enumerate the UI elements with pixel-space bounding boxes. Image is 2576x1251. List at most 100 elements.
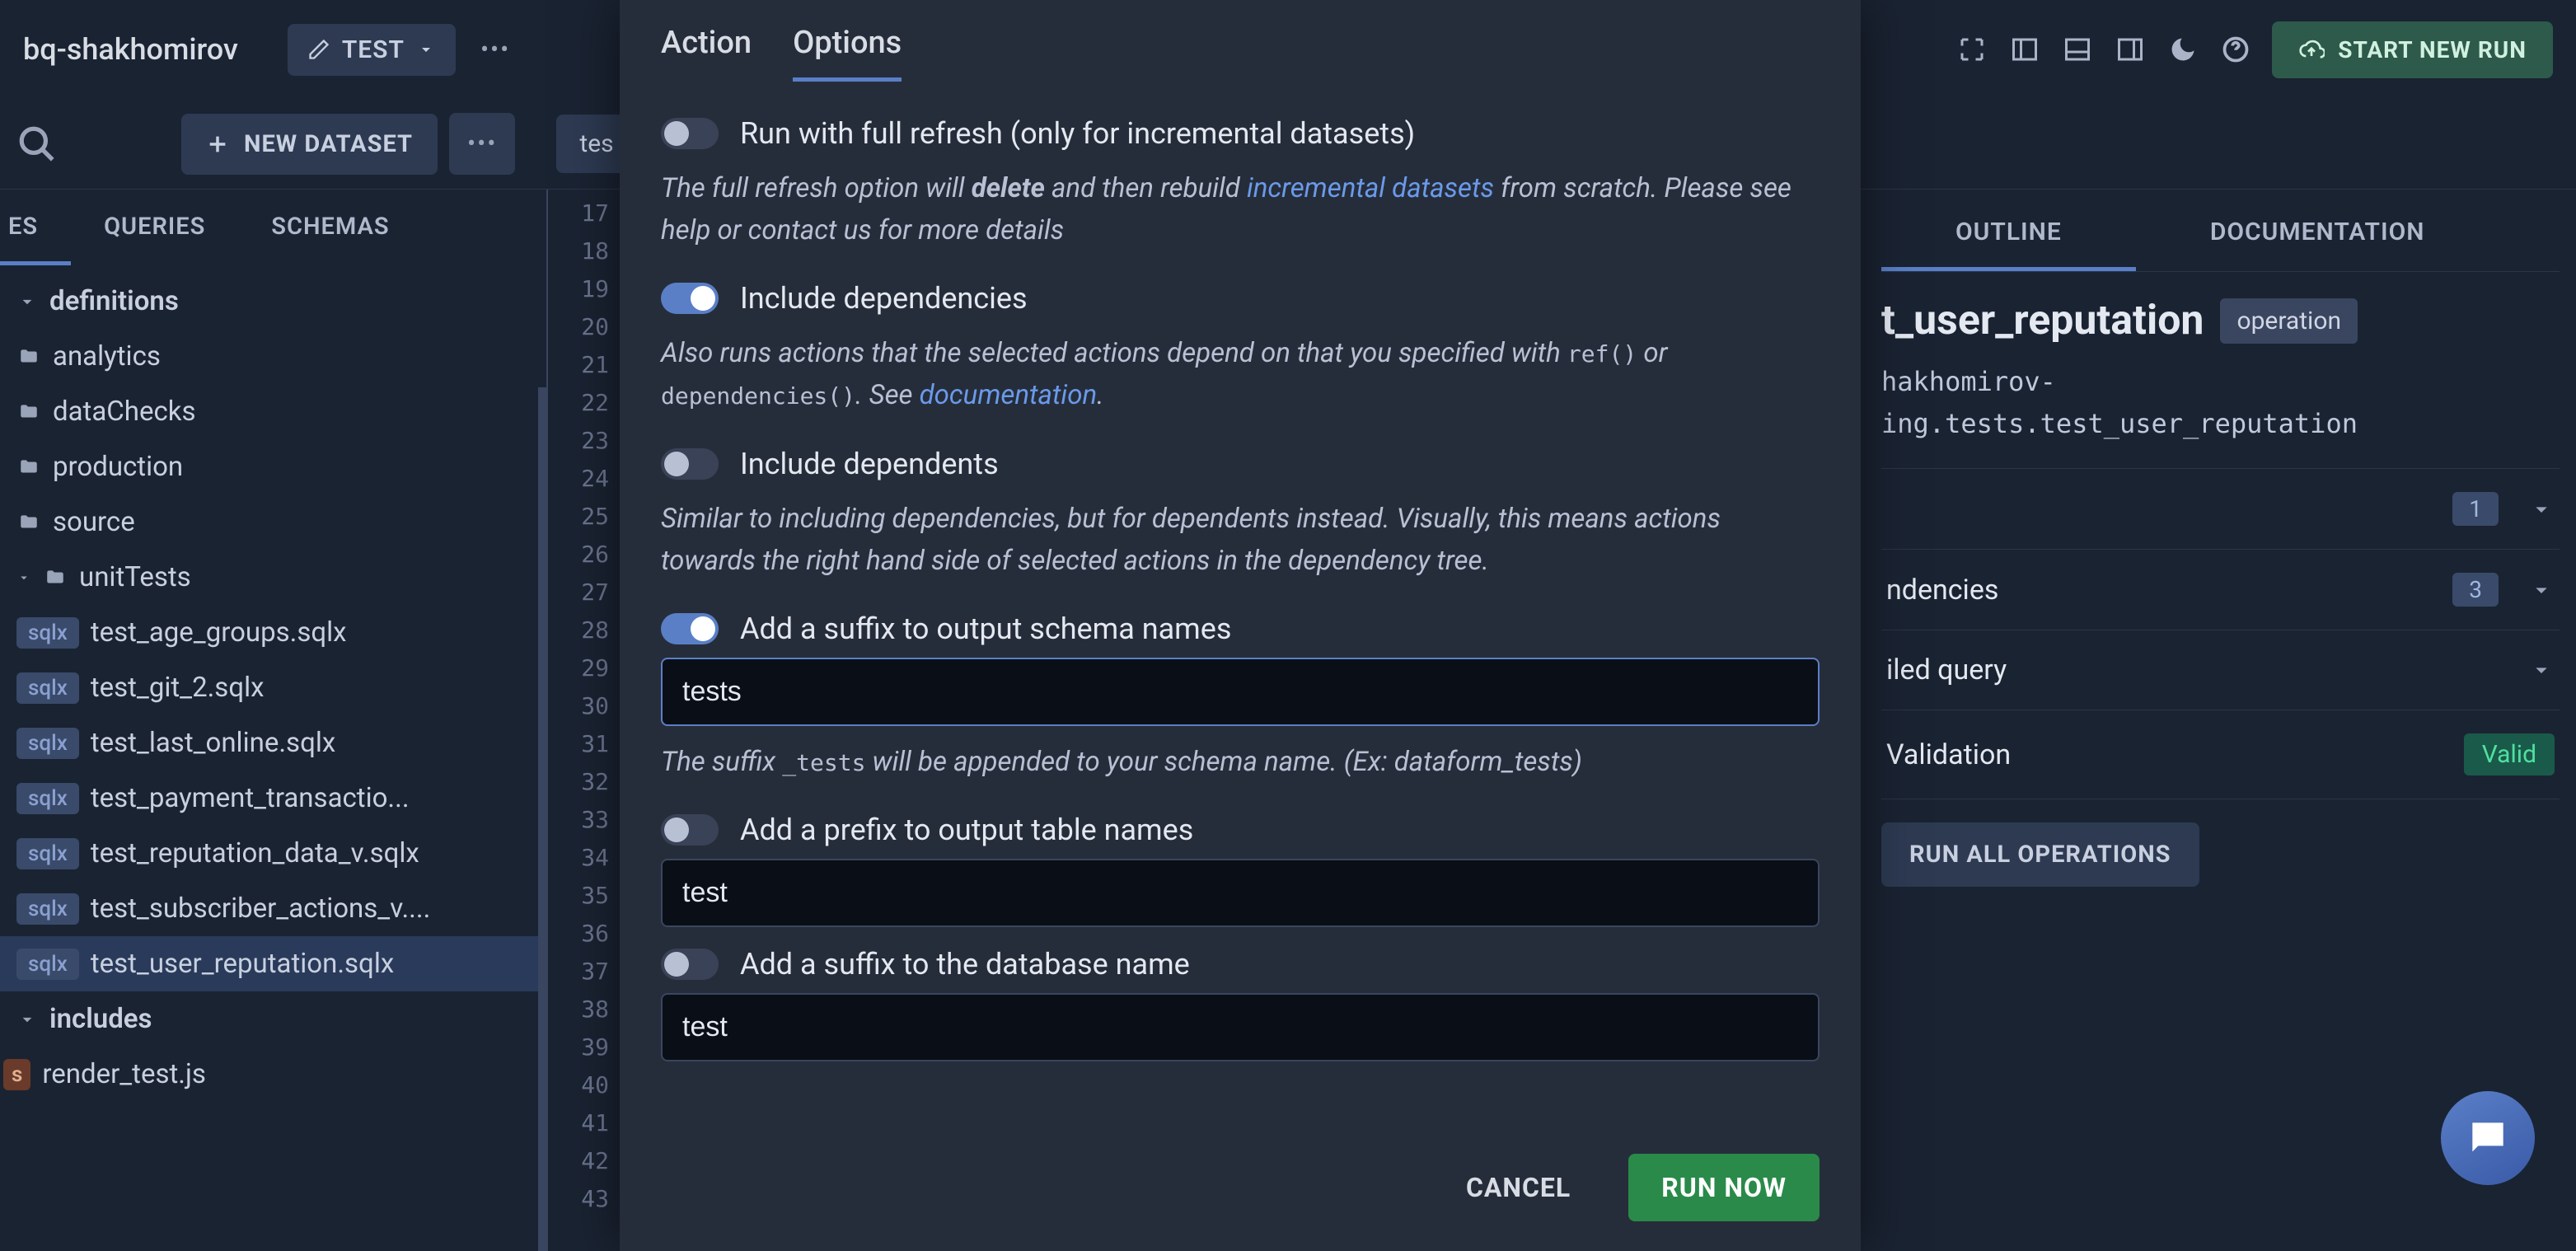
line-number: 30 [548, 687, 622, 725]
folder-label: analytics [53, 340, 161, 372]
line-number: 28 [548, 611, 622, 649]
tab-queries[interactable]: QUERIES [71, 190, 238, 265]
line-number: 18 [548, 232, 622, 270]
sqlx-badge: sqlx [16, 949, 79, 980]
folder-label: production [53, 451, 183, 483]
option-include-dependents: Include dependents [661, 435, 1820, 493]
toggle-include-dependents[interactable] [661, 448, 719, 480]
file-item-selected[interactable]: sqlx test_user_reputation.sqlx [0, 936, 546, 991]
run-all-operations-button[interactable]: RUN ALL OPERATIONS [1881, 822, 2199, 887]
folder-includes[interactable]: includes [0, 991, 546, 1047]
folder-datachecks[interactable]: dataChecks [0, 384, 546, 439]
fullscreen-icon[interactable] [1955, 33, 1988, 66]
help-icon[interactable] [2219, 33, 2252, 66]
toggle-table-prefix[interactable] [661, 814, 719, 846]
option-label: Add a prefix to output table names [740, 813, 1193, 847]
folder-icon [16, 401, 41, 423]
outline-title-row: t_user_reputation operation [1881, 272, 2560, 361]
option-label: Run with full refresh (only for incremen… [740, 116, 1415, 151]
environment-selector[interactable]: TEST [288, 24, 456, 76]
option-database-suffix: Add a suffix to the database name [661, 927, 1820, 993]
folder-icon [16, 346, 41, 368]
search-icon[interactable] [16, 124, 58, 165]
line-number: 27 [548, 574, 622, 611]
folder-definitions[interactable]: definitions [0, 274, 546, 329]
file-item[interactable]: sqlx test_payment_transactio... [0, 771, 546, 826]
file-item[interactable]: s render_test.js [0, 1047, 546, 1102]
theme-toggle-icon[interactable] [2166, 33, 2199, 66]
file-item[interactable]: sqlx test_subscriber_actions_v.... [0, 881, 546, 936]
folder-unittests[interactable]: unitTests [0, 550, 546, 605]
outline-row-dependencies[interactable]: ndencies 3 [1881, 549, 2560, 630]
outline-row-query[interactable]: iled query [1881, 630, 2560, 710]
start-run-label: START NEW RUN [2338, 36, 2527, 63]
rightpanel-tabs: OUTLINE DOCUMENTATION [1881, 190, 2560, 272]
panel-left-icon[interactable] [2008, 33, 2041, 66]
sqlx-badge: sqlx [16, 672, 79, 704]
folder-analytics[interactable]: analytics [0, 329, 546, 384]
line-number: 37 [548, 953, 622, 991]
folder-production[interactable]: production [0, 439, 546, 494]
line-number: 25 [548, 498, 622, 536]
modal-tab-action[interactable]: Action [661, 25, 752, 82]
start-new-run-button[interactable]: START NEW RUN [2272, 21, 2553, 78]
count-badge: 1 [2452, 492, 2499, 526]
modal-tabs: Action Options [620, 0, 1861, 82]
chevron-down-icon [16, 291, 38, 312]
option-help: The suffix _tests will be appended to yo… [661, 726, 1820, 801]
line-number: 20 [548, 308, 622, 346]
more-menu[interactable]: ••• [466, 24, 525, 76]
tab-documentation[interactable]: DOCUMENTATION [2136, 190, 2499, 271]
line-number: 34 [548, 839, 622, 877]
env-label: TEST [342, 35, 405, 64]
file-item[interactable]: sqlx test_git_2.sqlx [0, 660, 546, 715]
outline-row-tags[interactable]: 1 [1881, 468, 2560, 549]
panel-right-icon[interactable] [2114, 33, 2147, 66]
incremental-datasets-link[interactable]: incremental datasets [1247, 172, 1494, 204]
option-label: Add a suffix to the database name [740, 947, 1190, 982]
line-number: 23 [548, 422, 622, 460]
folder-source[interactable]: source [0, 494, 546, 550]
cancel-button[interactable]: CANCEL [1441, 1155, 1595, 1220]
option-schema-suffix: Add a suffix to output schema names [661, 600, 1820, 658]
database-suffix-input[interactable] [661, 993, 1820, 1061]
valid-badge: Valid [2464, 733, 2555, 775]
toggle-include-dependencies[interactable] [661, 283, 719, 314]
chevron-down-icon [2528, 496, 2555, 522]
chat-support-button[interactable] [2441, 1091, 2535, 1185]
new-dataset-label: NEW DATASET [244, 130, 413, 158]
panel-bottom-icon[interactable] [2061, 33, 2094, 66]
tab-outline[interactable]: OUTLINE [1881, 190, 2136, 271]
toggle-database-suffix[interactable] [661, 949, 719, 980]
option-full-refresh: Run with full refresh (only for incremen… [661, 105, 1820, 162]
modal-tab-options[interactable]: Options [793, 25, 902, 82]
sqlx-badge: sqlx [16, 728, 79, 759]
file-name: test_payment_transactio... [91, 782, 410, 814]
file-name: test_git_2.sqlx [91, 672, 265, 704]
toggle-schema-suffix[interactable] [661, 613, 719, 644]
file-item[interactable]: sqlx test_reputation_data_v.sqlx [0, 826, 546, 881]
toggle-full-refresh[interactable] [661, 118, 719, 149]
folder-icon [43, 567, 68, 588]
line-number: 26 [548, 536, 622, 574]
file-item[interactable]: sqlx test_last_online.sqlx [0, 715, 546, 771]
line-number: 17 [548, 194, 622, 232]
tab-schemas[interactable]: SCHEMAS [238, 190, 422, 265]
table-prefix-input[interactable] [661, 859, 1820, 927]
documentation-link[interactable]: documentation [920, 379, 1098, 411]
file-name: test_reputation_data_v.sqlx [91, 837, 419, 869]
option-help: Similar to including dependencies, but f… [661, 493, 1820, 600]
sqlx-badge: sqlx [16, 617, 79, 649]
outline-title: t_user_reputation [1881, 297, 2204, 344]
folder-label: source [53, 506, 135, 538]
dataset-more-menu[interactable]: ••• [449, 113, 515, 175]
run-now-button[interactable]: RUN NOW [1628, 1154, 1820, 1221]
schema-suffix-input[interactable] [661, 658, 1820, 726]
tab-files[interactable]: ES [0, 190, 71, 265]
chat-icon [2465, 1115, 2511, 1161]
new-dataset-button[interactable]: NEW DATASET [181, 114, 438, 175]
operation-badge: operation [2220, 298, 2358, 344]
file-name: test_subscriber_actions_v.... [91, 893, 430, 925]
file-item[interactable]: sqlx test_age_groups.sqlx [0, 605, 546, 660]
option-table-prefix: Add a prefix to output table names [661, 801, 1820, 859]
